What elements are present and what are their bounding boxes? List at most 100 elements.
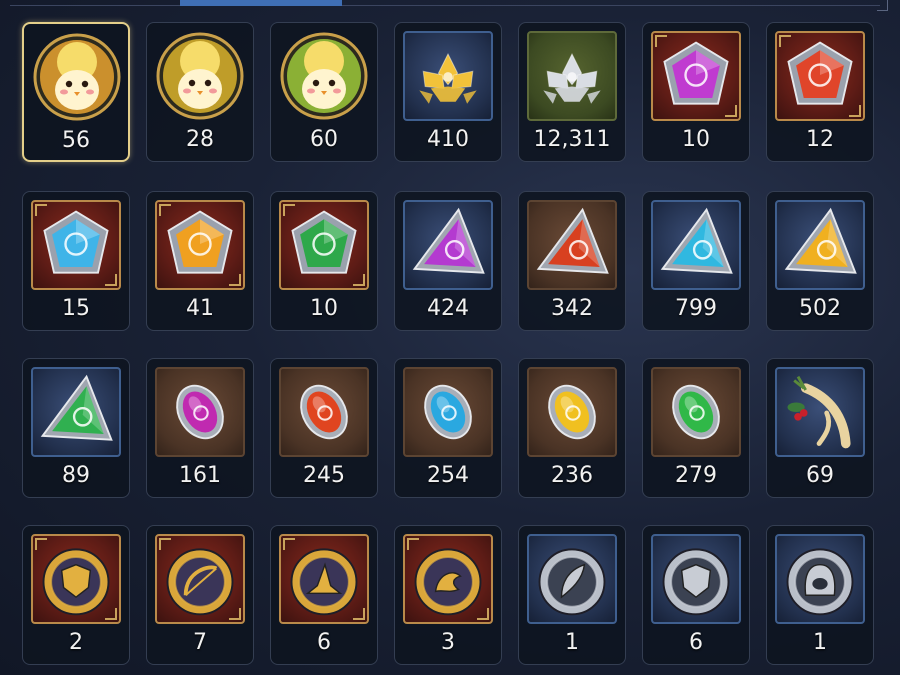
inventory-slot[interactable]: 1: [766, 525, 874, 665]
inventory-slot[interactable]: 7: [146, 525, 254, 665]
frame-corner-ornament: [283, 204, 295, 216]
frame-corner-ornament: [283, 538, 295, 550]
inventory-slot[interactable]: 41: [146, 191, 254, 331]
inventory-slot[interactable]: 1: [518, 525, 626, 665]
item-count: 28: [186, 127, 214, 152]
inventory-slot[interactable]: 342: [518, 191, 626, 331]
inventory-slot[interactable]: 3: [394, 525, 502, 665]
item-count: 236: [551, 463, 593, 488]
wind-triangle-gem-icon: [31, 367, 121, 457]
ice-triangle-gem-icon: [651, 200, 741, 290]
inventory-slot[interactable]: 6: [270, 525, 378, 665]
item-count: 6: [317, 630, 331, 655]
item-count: 410: [427, 127, 469, 152]
item-count: 502: [799, 296, 841, 321]
item-count: 12: [806, 127, 834, 152]
item-count: 12,311: [533, 127, 611, 152]
leaf-pet-portrait-icon: [279, 31, 369, 121]
ginseng-root-icon: [775, 367, 865, 457]
wind-oval-gem-icon: [651, 367, 741, 457]
inventory-slot[interactable]: 10: [642, 22, 750, 162]
gold-wizard-hat-medal-icon: [279, 534, 369, 624]
item-count: 41: [186, 296, 214, 321]
inventory-slot[interactable]: 799: [642, 191, 750, 331]
frame-corner-ornament: [105, 274, 117, 286]
frame-corner-ornament: [353, 608, 365, 620]
item-count: 60: [310, 127, 338, 152]
inventory-slot[interactable]: 12,311: [518, 22, 626, 162]
inventory-slot[interactable]: 60: [270, 22, 378, 162]
item-count: 2: [69, 630, 83, 655]
ice-pentagon-gem-icon: [31, 200, 121, 290]
frame-corner-ornament: [229, 274, 241, 286]
fire-triangle-gem-icon: [527, 200, 617, 290]
inventory-slot[interactable]: 10: [270, 191, 378, 331]
inventory-slot[interactable]: 28: [146, 22, 254, 162]
gold-shield-medal-icon: [31, 534, 121, 624]
inventory-slot[interactable]: 89: [22, 358, 130, 498]
fire-pentagon-gem-icon: [775, 31, 865, 121]
item-count: 10: [682, 127, 710, 152]
item-count: 7: [193, 630, 207, 655]
inventory-grid: 56 28 60 410 12,311 10 12 15 41 10 424 3…: [0, 0, 900, 675]
frame-corner-ornament: [779, 35, 791, 47]
dark-triangle-gem-icon: [403, 200, 493, 290]
inventory-slot[interactable]: 236: [518, 358, 626, 498]
light-pentagon-gem-icon: [155, 200, 245, 290]
frame-corner-ornament: [105, 608, 117, 620]
item-count: 89: [62, 463, 90, 488]
inventory-slot[interactable]: 2: [22, 525, 130, 665]
item-count: 161: [179, 463, 221, 488]
frame-corner-ornament: [159, 538, 171, 550]
dark-oval-gem-icon: [155, 367, 245, 457]
fire-pet-portrait-icon: [32, 32, 122, 122]
earth-pet-portrait-icon: [155, 31, 245, 121]
frame-corner-ornament: [407, 538, 419, 550]
inventory-slot[interactable]: 6: [642, 525, 750, 665]
frame-corner-ornament: [229, 608, 241, 620]
item-count: 56: [62, 128, 90, 153]
inventory-slot[interactable]: 410: [394, 22, 502, 162]
silver-hood-medal-icon: [775, 534, 865, 624]
item-count: 10: [310, 296, 338, 321]
frame-corner-ornament: [353, 274, 365, 286]
gold-bow-medal-icon: [155, 534, 245, 624]
item-count: 1: [565, 630, 579, 655]
frame-corner-ornament: [159, 204, 171, 216]
dark-pentagon-gem-icon: [651, 31, 741, 121]
item-count: 342: [551, 296, 593, 321]
light-oval-gem-icon: [527, 367, 617, 457]
item-count: 799: [675, 296, 717, 321]
inventory-slot[interactable]: 69: [766, 358, 874, 498]
item-count: 1: [813, 630, 827, 655]
inventory-slot[interactable]: 15: [22, 191, 130, 331]
frame-corner-ornament: [849, 105, 861, 117]
silver-feather-medal-icon: [527, 534, 617, 624]
inventory-slot[interactable]: 56: [22, 22, 130, 162]
item-count: 279: [675, 463, 717, 488]
item-count: 245: [303, 463, 345, 488]
light-triangle-gem-icon: [775, 200, 865, 290]
inventory-slot[interactable]: 254: [394, 358, 502, 498]
frame-corner-ornament: [35, 204, 47, 216]
inventory-slot[interactable]: 12: [766, 22, 874, 162]
item-count: 3: [441, 630, 455, 655]
wind-pentagon-gem-icon: [279, 200, 369, 290]
item-count: 69: [806, 463, 834, 488]
frame-corner-ornament: [655, 35, 667, 47]
frame-corner-ornament: [35, 538, 47, 550]
ice-oval-gem-icon: [403, 367, 493, 457]
frame-corner-ornament: [477, 608, 489, 620]
inventory-slot[interactable]: 502: [766, 191, 874, 331]
inventory-slot[interactable]: 245: [270, 358, 378, 498]
item-count: 6: [689, 630, 703, 655]
inventory-slot[interactable]: 424: [394, 191, 502, 331]
item-count: 15: [62, 296, 90, 321]
inventory-slot[interactable]: 161: [146, 358, 254, 498]
fire-oval-gem-icon: [279, 367, 369, 457]
frame-corner-ornament: [725, 105, 737, 117]
item-count: 424: [427, 296, 469, 321]
inventory-slot[interactable]: 279: [642, 358, 750, 498]
silver-shield-medal-icon: [651, 534, 741, 624]
gold-dragon-medal-icon: [403, 534, 493, 624]
